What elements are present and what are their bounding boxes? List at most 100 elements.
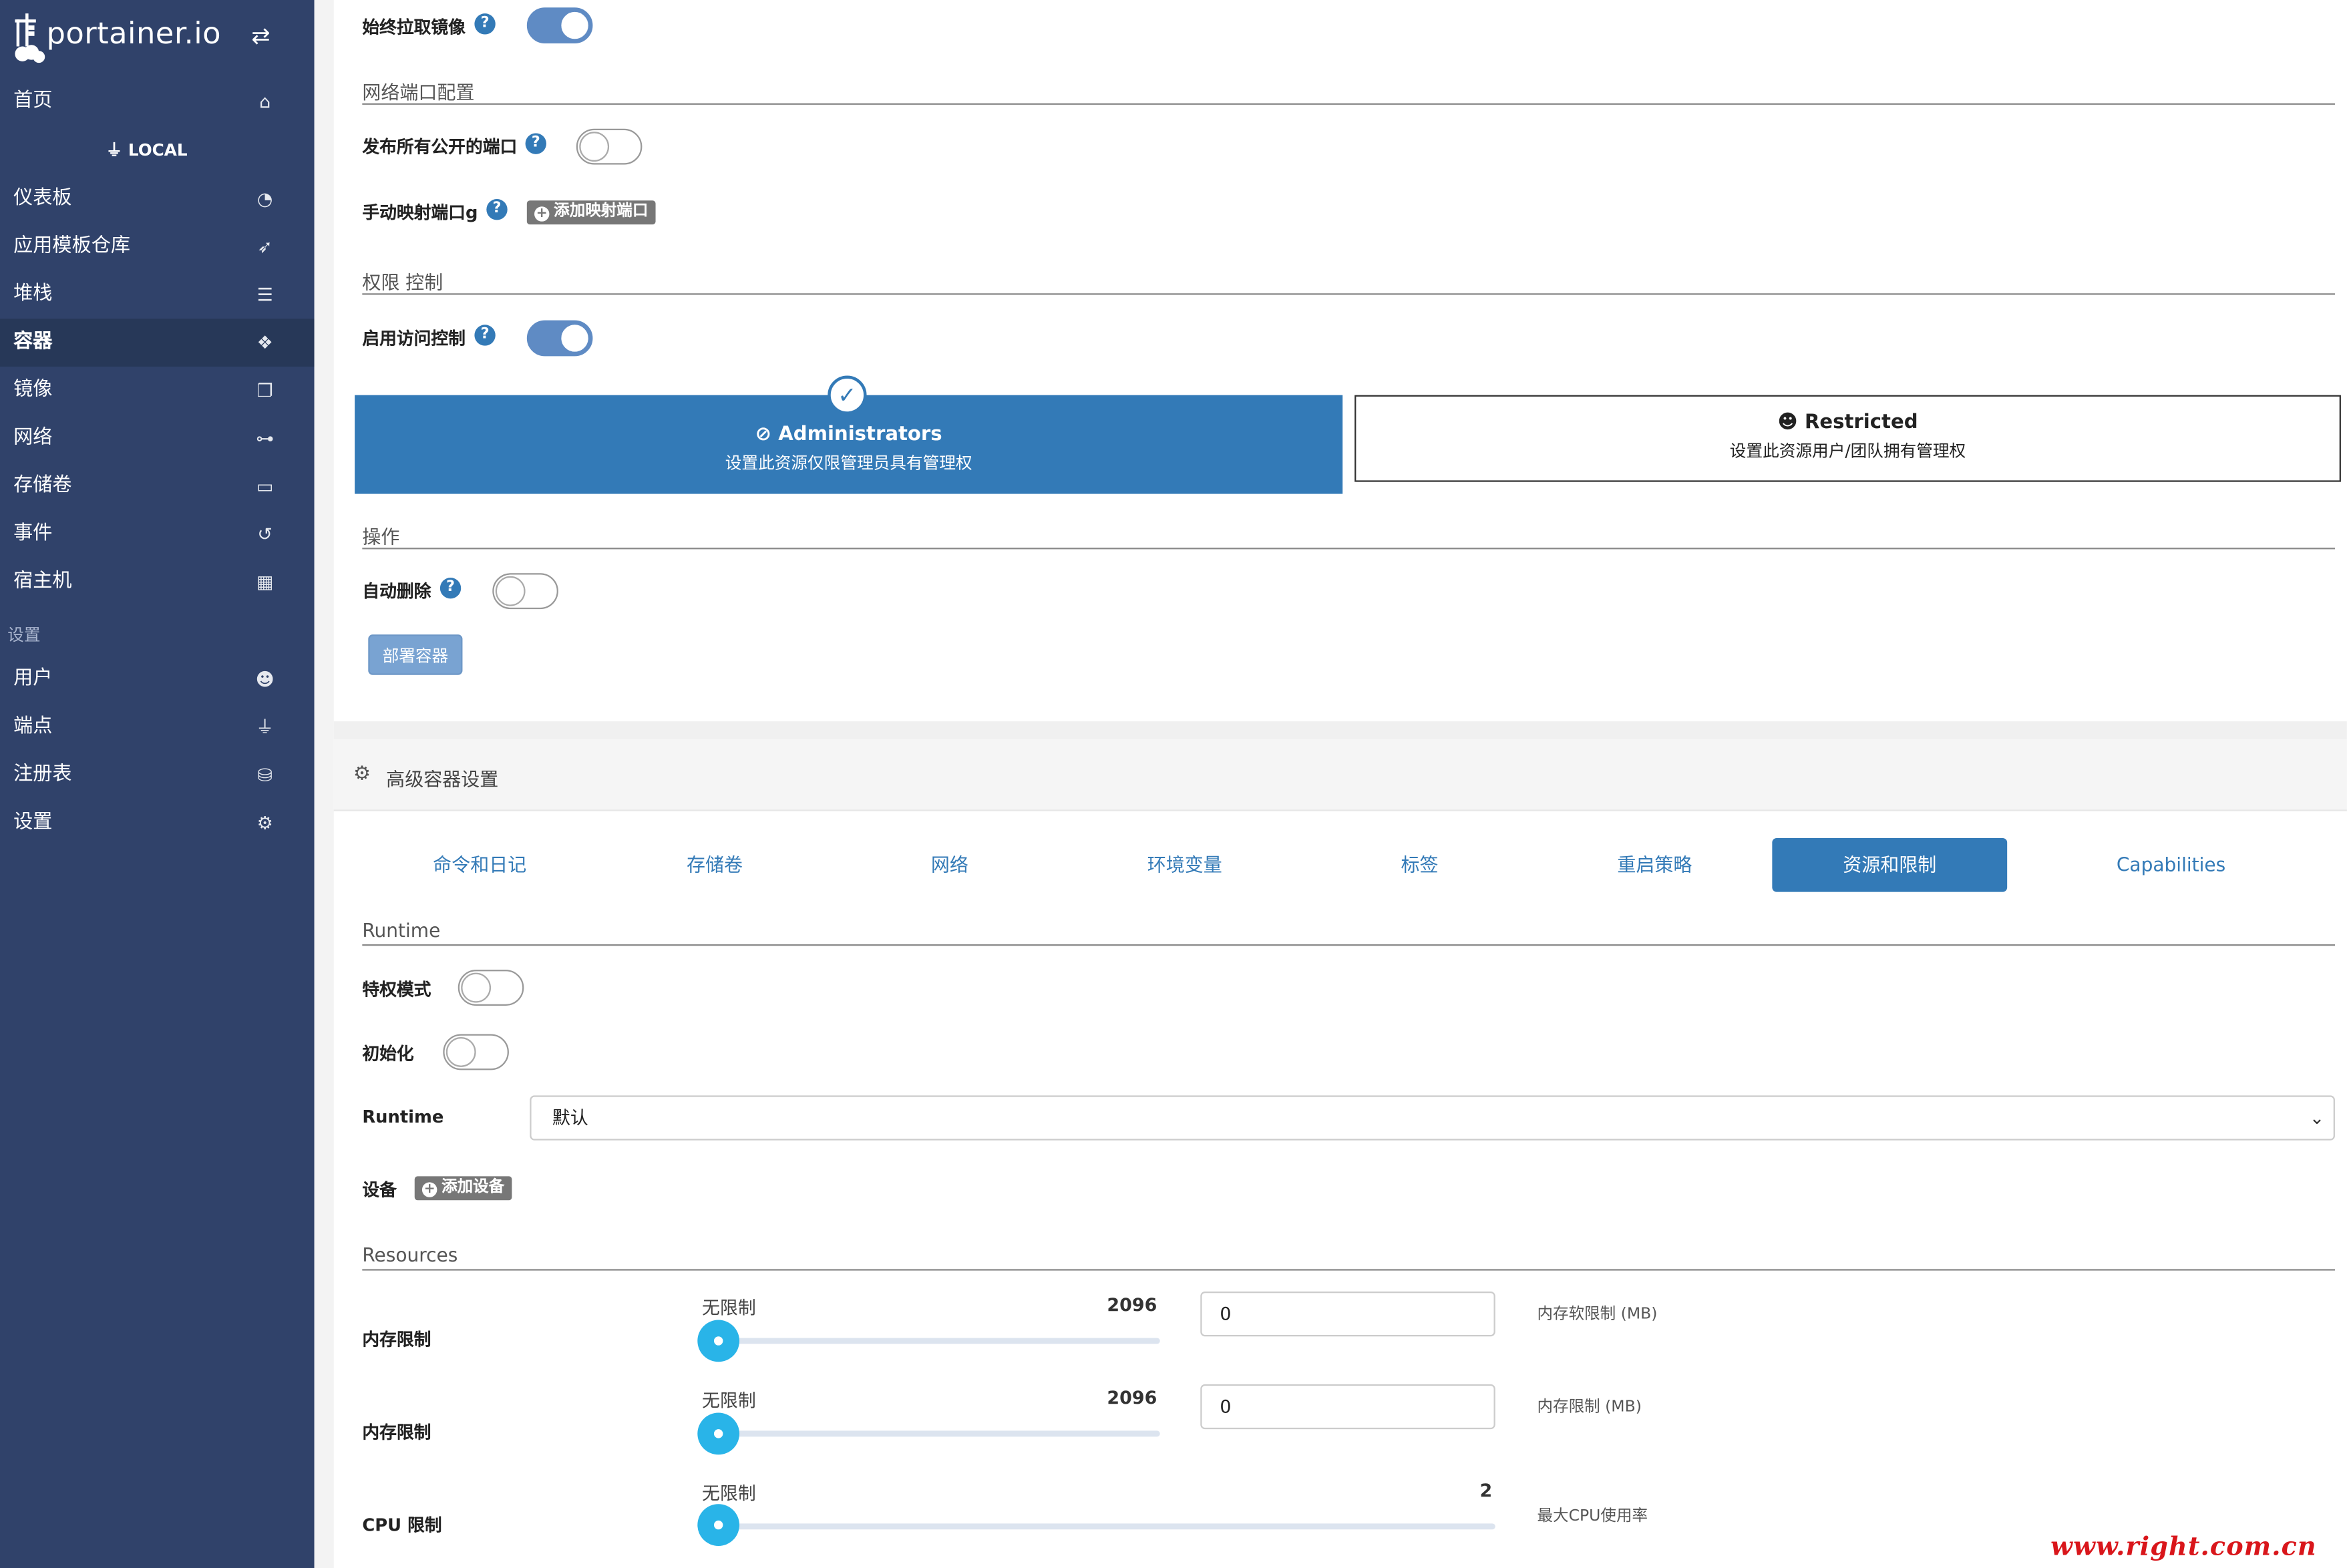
sidebar-item-registries[interactable]: 注册表 ⛁ bbox=[0, 751, 315, 799]
resources-title: Resources bbox=[362, 1243, 458, 1266]
slider-thumb[interactable] bbox=[697, 1320, 740, 1362]
cpu-limit-label: CPU 限制 bbox=[362, 1514, 442, 1536]
help-icon[interactable]: ? bbox=[474, 13, 496, 35]
help-icon[interactable]: ? bbox=[474, 325, 496, 346]
slider-thumb[interactable] bbox=[697, 1412, 740, 1455]
divider bbox=[362, 1269, 2335, 1271]
slider-min-text: 无限制 bbox=[702, 1297, 756, 1319]
actions-title: 操作 bbox=[362, 525, 400, 548]
sidebar-item-dashboard[interactable]: 仪表板 ◔ bbox=[0, 175, 315, 223]
access-control-title: 权限 控制 bbox=[362, 270, 443, 294]
sidebar-item-settings[interactable]: 设置 ⚙ bbox=[0, 799, 315, 847]
plus-circle-icon: + bbox=[421, 1182, 437, 1197]
tab-command-logging[interactable]: 命令和日记 bbox=[362, 838, 597, 892]
check-icon: ✓ bbox=[828, 375, 867, 415]
always-pull-switch[interactable] bbox=[526, 7, 593, 43]
privileged-switch[interactable] bbox=[458, 970, 524, 1006]
help-icon[interactable]: ? bbox=[525, 133, 546, 154]
advanced-settings-title: 高级容器设置 bbox=[386, 767, 499, 791]
sidebar-item-label: 存储卷 bbox=[13, 474, 72, 498]
runtime-title: Runtime bbox=[362, 918, 441, 942]
sidebar-item-label: 容器 bbox=[13, 331, 53, 353]
sidebar-item-networks[interactable]: 网络 ⊶ bbox=[0, 415, 315, 463]
slider-max-text: 2 bbox=[1479, 1480, 1493, 1501]
help-icon[interactable]: ? bbox=[439, 578, 462, 599]
slider-track[interactable] bbox=[718, 1430, 1160, 1437]
exchange-icon[interactable]: ⇄ bbox=[251, 23, 270, 49]
sidebar-item-host[interactable]: 宿主机 ▦ bbox=[0, 558, 315, 606]
rocket-icon: ➶ bbox=[257, 236, 273, 258]
divider bbox=[362, 103, 2335, 105]
runtime-select[interactable]: 默认 ⌄ bbox=[530, 1095, 2335, 1141]
access-control-switch[interactable] bbox=[526, 320, 593, 357]
content-gutter bbox=[314, 0, 334, 1568]
tab-capabilities[interactable]: Capabilities bbox=[2054, 838, 2289, 892]
publish-all-switch[interactable] bbox=[576, 128, 643, 165]
cogs-icon: ⚙ bbox=[256, 812, 273, 834]
tab-network[interactable]: 网络 bbox=[832, 838, 1067, 892]
sidebar-item-images[interactable]: 镜像 ❐ bbox=[0, 367, 315, 415]
restricted-option[interactable]: ☻ Restricted 设置此资源用户/团队拥有管理权 bbox=[1355, 395, 2341, 482]
memory-reservation-hint: 内存软限制 (MB) bbox=[1537, 1305, 1658, 1324]
sidebar-item-stacks[interactable]: 堆栈 ☰ bbox=[0, 271, 315, 319]
tab-labels[interactable]: 标签 bbox=[1302, 838, 1538, 892]
plug-icon: ⏚ bbox=[256, 717, 275, 738]
init-switch[interactable] bbox=[443, 1034, 509, 1070]
slider-max-text: 2096 bbox=[1107, 1387, 1157, 1408]
add-port-mapping-button[interactable]: + 添加映射端口 bbox=[526, 200, 656, 225]
slider-min-text: 无限制 bbox=[702, 1483, 756, 1505]
portainer-logo-icon bbox=[15, 13, 45, 63]
sidebar-item-containers[interactable]: 容器 ❖ bbox=[0, 319, 315, 367]
init-label: 初始化 bbox=[362, 1042, 414, 1064]
plus-circle-icon: + bbox=[534, 206, 550, 222]
tab-volumes[interactable]: 存储卷 bbox=[597, 838, 832, 892]
list-icon: ☰ bbox=[256, 284, 273, 306]
sidebar-item-events[interactable]: 事件 ↺ bbox=[0, 510, 315, 558]
gear-icon: ⚙ bbox=[353, 763, 371, 786]
app-root: portainer.io ⇄ 首页 ⌂ ⏚ LOCAL 仪表板 ◔ 应用模板仓库… bbox=[0, 0, 2347, 1568]
slider-max-text: 2096 bbox=[1107, 1294, 1157, 1316]
sidebar-item-templates[interactable]: 应用模板仓库 ➶ bbox=[0, 223, 315, 271]
sidebar-item-home[interactable]: 首页 ⌂ bbox=[0, 78, 315, 126]
help-icon[interactable]: ? bbox=[486, 199, 508, 220]
history-icon: ↺ bbox=[257, 524, 273, 545]
sidebar-item-endpoints[interactable]: 端点 ⏚ bbox=[0, 703, 315, 751]
slider-track[interactable] bbox=[718, 1338, 1160, 1344]
memory-limit-input[interactable]: 0 bbox=[1200, 1384, 1495, 1430]
privileged-label: 特权模式 bbox=[362, 978, 431, 1000]
dashboard-icon: ◔ bbox=[256, 188, 273, 210]
network-ports-title: 网络端口配置 bbox=[362, 81, 475, 104]
tab-restart-policy[interactable]: 重启策略 bbox=[1538, 838, 1773, 892]
slider-thumb[interactable] bbox=[697, 1504, 740, 1546]
divider bbox=[362, 548, 2335, 550]
sidebar-item-label: 事件 bbox=[13, 522, 53, 545]
cpu-limit-hint: 最大CPU使用率 bbox=[1537, 1507, 1648, 1525]
divider bbox=[362, 944, 2335, 946]
tab-resources[interactable]: 资源和限制 bbox=[1772, 837, 2008, 892]
enable-access-label: 启用访问控制 bbox=[362, 327, 466, 349]
advanced-settings-header: ⚙ 高级容器设置 bbox=[333, 739, 2347, 811]
tab-env[interactable]: 环境变量 bbox=[1067, 838, 1302, 892]
devices-label: 设备 bbox=[362, 1179, 397, 1201]
restricted-title: Restricted bbox=[1804, 411, 1918, 434]
sidebar-item-users[interactable]: 用户 ☻ bbox=[0, 656, 315, 704]
memory-reservation-input[interactable]: 0 bbox=[1200, 1291, 1495, 1337]
sidebar-item-volumes[interactable]: 存储卷 ▭ bbox=[0, 462, 315, 510]
th-icon: ▦ bbox=[256, 572, 274, 593]
slider-min-text: 无限制 bbox=[702, 1390, 756, 1412]
memory-reservation-label: 内存限制 bbox=[362, 1329, 431, 1350]
slider-track[interactable] bbox=[718, 1523, 1495, 1530]
sidebar-item-label: 注册表 bbox=[13, 763, 72, 786]
sidebar-item-label: 应用模板仓库 bbox=[13, 234, 131, 258]
auto-remove-label: 自动删除 bbox=[362, 580, 431, 602]
eye-slash-icon: ⊘ bbox=[755, 423, 772, 446]
sidebar-item-label: 首页 bbox=[13, 89, 53, 113]
users-icon: ☻ bbox=[255, 668, 275, 691]
deploy-container-button[interactable]: 部署容器 bbox=[368, 634, 463, 675]
database-icon: ⛁ bbox=[257, 765, 273, 786]
auto-remove-switch[interactable] bbox=[492, 573, 558, 610]
card-separator bbox=[333, 721, 2347, 740]
chevron-down-icon: ⌄ bbox=[2309, 1107, 2325, 1129]
add-device-button[interactable]: + 添加设备 bbox=[414, 1176, 512, 1201]
sidebar-item-label: 端点 bbox=[13, 715, 53, 738]
